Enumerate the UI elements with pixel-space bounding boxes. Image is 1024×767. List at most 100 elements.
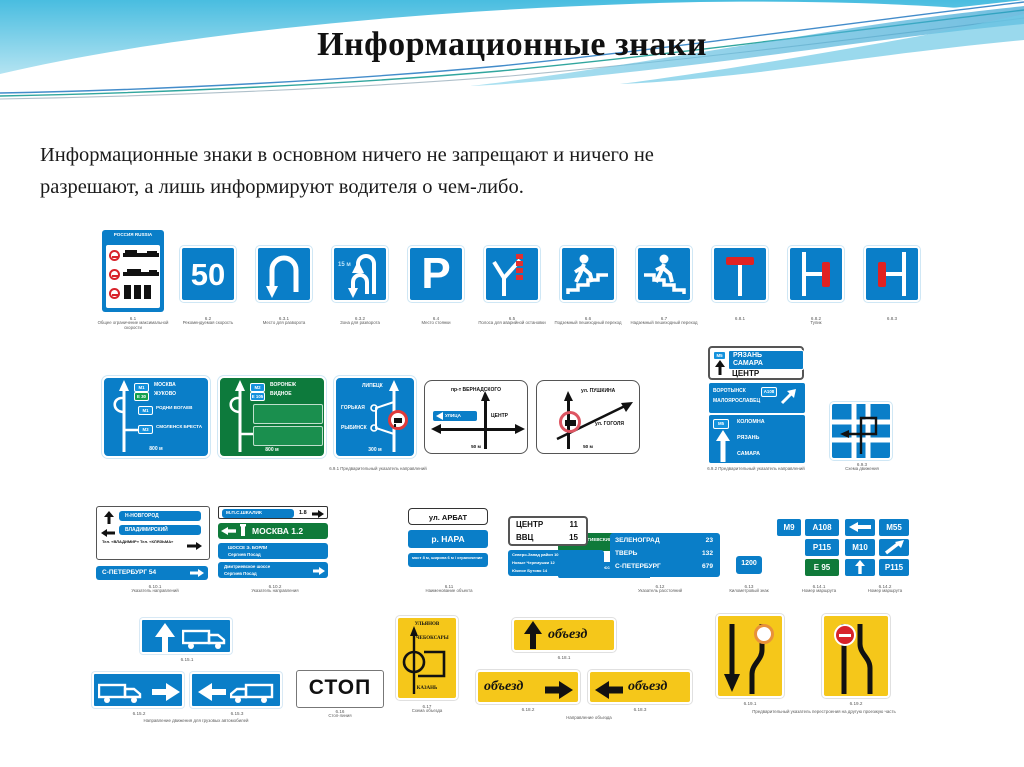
panel-d-right: ЦЕНТР bbox=[491, 413, 508, 419]
panel-b-line-2: ВИДНОЕ bbox=[270, 391, 292, 397]
caption-6-15-1: 6.15.1 bbox=[180, 657, 194, 662]
caption-6-16: 6.16 Стоп-линия bbox=[328, 709, 352, 719]
route-badge-arrow-left bbox=[844, 518, 876, 537]
panel-c-line-2: ГОРЬКАЯ bbox=[341, 405, 365, 411]
caption-6-14-2: 6.14.2 Номер маршрута bbox=[867, 584, 903, 594]
caption-6-15-3: 6.15.3 bbox=[230, 711, 244, 716]
route-shield-e: Е 30 bbox=[134, 392, 149, 401]
caption-6-6: 6.6 Подземный пешеходный переход bbox=[554, 316, 622, 326]
caption-6-4: 6.4 Место стоянки bbox=[421, 316, 451, 326]
distance-table-6-12: ЦЕНТР 11 ВВЦ 15 bbox=[508, 516, 588, 546]
plate-nara: р. НАРА bbox=[408, 530, 488, 548]
caption-6-3-1: 6.3.1 Место для разворота bbox=[262, 316, 306, 326]
route-badge-e95: Е 95 bbox=[804, 558, 840, 577]
sign-6-9-1-advance-direction-blue: М1 Е 30 МОСКВА ЖУКОВО М1 РОДНИ ВОГАЕВ М3… bbox=[102, 376, 210, 458]
plate-b1-dist: 1.8 bbox=[299, 510, 307, 516]
sign-6-8-1-dead-end-ahead bbox=[712, 246, 768, 302]
emergency-lane-icon bbox=[492, 254, 523, 296]
slide-header-banner: Информационные знаки bbox=[0, 0, 1024, 100]
sign-6-9-2-advance-direction-stack: М5 РЯЗАНЬ САМАРА ЦЕНТР ВОРОТЫНСК МАЛОЯРО… bbox=[708, 346, 806, 464]
distance-plate-big: ЗЕЛЕНОГРАД 23 ТВЕРЬ 132 С-ПЕТЕРБУРГ 679 bbox=[610, 533, 720, 577]
stack-extra: ЦЕНТР bbox=[732, 369, 760, 378]
caption-6-8-1: 6.8.1 bbox=[734, 316, 746, 321]
truck-icon bbox=[98, 683, 142, 703]
stack-line-2: САМАРА bbox=[733, 360, 763, 367]
truck-icon bbox=[182, 629, 226, 649]
plate-b2-moscow: МОСКВА 1.2 bbox=[218, 523, 328, 539]
restriction-circle-icon bbox=[559, 411, 581, 433]
plate-b1: М.П.С.ШКАЛИК 1.8 bbox=[218, 506, 328, 519]
distance-table-sub: Северо-Запад район 10 Новые Черемушки 12… bbox=[508, 550, 604, 576]
detour-right-text: объезд bbox=[484, 679, 524, 694]
sign-6-15-1-truck-direction-ahead bbox=[140, 618, 232, 654]
vehicle-icon-city bbox=[123, 250, 161, 259]
caption-6-8-3: 6.8.3 bbox=[886, 316, 898, 321]
sign-6-7-pedestrian-overpass bbox=[636, 246, 692, 302]
page-title: Информационные знаки bbox=[317, 26, 707, 63]
group-caption-6-9-1: 6.9.1 Предварительный указатель направле… bbox=[329, 466, 427, 471]
sign-6-8-2-dead-end-right bbox=[788, 246, 844, 302]
sign-6-18-3-detour-left: объезд bbox=[588, 670, 692, 704]
caption-6-12: 6.12 Указатель расстояний bbox=[637, 584, 683, 594]
caption-6-19-2: 6.19.2 bbox=[849, 701, 863, 706]
pedestrian-underpass-icon bbox=[566, 254, 608, 294]
route-badge-arrow-up bbox=[844, 558, 876, 577]
sign-6-19-1-lane-change-left bbox=[716, 614, 784, 698]
panel-a-line-3: РОДНИ ВОГАЕВ bbox=[156, 405, 193, 410]
route-shield-2: М1 bbox=[138, 406, 153, 415]
caption-6-10-1: 6.10.1 Указатель направлений bbox=[131, 584, 179, 594]
u-turn-zone-icon bbox=[348, 254, 376, 298]
panel-c-distance: 300 м bbox=[368, 447, 382, 453]
route-badge-p115-a: Р115 bbox=[804, 538, 840, 557]
stack-c-line-1: КОЛОМНА bbox=[737, 419, 765, 425]
plate-b4: Дмитриевское шоссе Сергиев Посад bbox=[218, 562, 328, 578]
route-badge-arrow-diag bbox=[878, 538, 910, 557]
sign-6-1-header: РОССИЯ RUSSIA bbox=[113, 232, 153, 237]
sign-6-9-1-diagonal-white: ул. ПУШКИНА ул. ГОГОЛЯ 50 м bbox=[536, 380, 640, 454]
panel-d-distance: 50 м bbox=[471, 444, 481, 449]
route-shield-b2: Е 105 bbox=[250, 392, 265, 401]
route-shield: М1 bbox=[134, 383, 149, 392]
vehicle-icon-highway bbox=[123, 269, 161, 278]
stack-b-line-2: МАЛОЯРОСЛАВЕЦ bbox=[713, 398, 761, 404]
route-badge-m10: М10 bbox=[844, 538, 876, 557]
sign-6-19-2-lane-change-right bbox=[822, 614, 890, 698]
caption-6-13: 6.13 Километровый знак bbox=[729, 584, 769, 594]
sign-6-2-recommended-speed: 50 bbox=[180, 246, 236, 302]
stack-line-1: РЯЗАНЬ bbox=[733, 352, 763, 359]
stack-shield-2: А108 bbox=[761, 387, 777, 397]
panel-a-line-4: СМОЛЕНСК БРЕСТА bbox=[156, 424, 203, 429]
plate-a-line-1: Н-НОВГОРОД bbox=[125, 513, 159, 519]
sign-6-15-3-truck-direction-left bbox=[190, 672, 282, 708]
recommended-speed-value: 50 bbox=[190, 257, 226, 292]
u-turn-zone-distance: 15 м bbox=[338, 262, 351, 268]
kilometer-marker-6-13: 1200 bbox=[736, 556, 762, 574]
stack-c-line-3: САМАРА bbox=[737, 451, 761, 457]
panel-a-distance: 800 м bbox=[149, 446, 163, 452]
detour-up-text: объезд bbox=[548, 627, 588, 642]
caption-6-18-3: 6.18.3 bbox=[633, 707, 647, 712]
plate-a-note: Тел. «ВЛАДИМИР» Тел. «КЛЯЗЬМА» bbox=[102, 539, 174, 544]
sign-6-9-1-advance-direction-roundabout: ЛИПЕЦК ГОРЬКАЯ РЫБИНСК 300 м bbox=[334, 376, 416, 458]
route-badge-p115-b: Р115 bbox=[878, 558, 910, 577]
sign-6-17-detour-scheme: УЛЬЯНОВ ЧЕБОКСАРЫ КАЗАНЬ bbox=[396, 616, 458, 700]
sign-6-9-1-crossroad-white: пр-т ВЕРНАДСКОГО УЛИЦА ЦЕНТР 50 м bbox=[424, 380, 528, 454]
restriction-sign-icon bbox=[388, 410, 408, 430]
detour-left-text: объезд bbox=[628, 679, 668, 694]
sign-6-4-parking: P bbox=[408, 246, 464, 302]
panel-e-diag: ул. ГОГОЛЯ bbox=[595, 421, 624, 427]
sign-6-3-2-u-turn-zone: 15 м bbox=[332, 246, 388, 302]
stack-shield-3: М5 bbox=[713, 419, 729, 429]
no-entry-sign-icon bbox=[834, 624, 856, 646]
caption-6-18-1: 6.18.1 bbox=[557, 655, 571, 660]
caption-6-17: 6.17 Схема объезда bbox=[411, 704, 443, 714]
panel-e-distance: 50 м bbox=[583, 444, 593, 449]
caption-6-8-2: 6.8.2 Тупик bbox=[810, 316, 822, 326]
pedestrian-overpass-icon bbox=[644, 254, 686, 294]
caption-truck-direction-group: Направление движения для грузовых автомо… bbox=[143, 718, 249, 723]
caption-6-3-2: 6.3.2 Зона для разворота bbox=[340, 316, 380, 326]
caption-6-19-1: 6.19.1 bbox=[743, 701, 757, 706]
caption-6-7: 6.7 Надземный пешеходный переход bbox=[630, 316, 698, 326]
panel-a-line-2: ЖУКОВО bbox=[154, 391, 177, 397]
panel-b-line-1: ВОРОНЕЖ bbox=[270, 382, 296, 388]
